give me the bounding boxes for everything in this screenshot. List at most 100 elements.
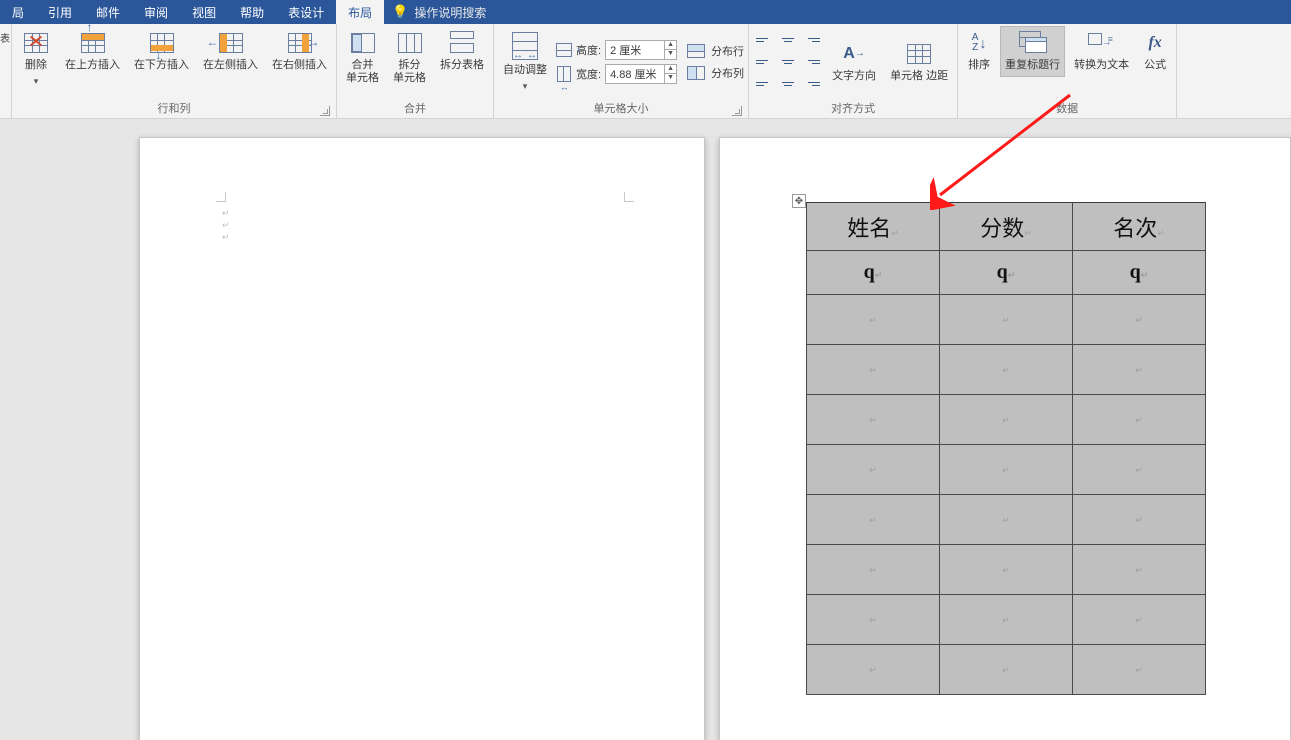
table-cell: q↵ — [1073, 251, 1206, 295]
distribute-cols-button[interactable]: 分布列 — [687, 65, 744, 81]
delete-icon — [22, 31, 50, 55]
align-mr[interactable] — [801, 52, 823, 72]
group-rows-cols: 删除 ↑ 在上方插入 ↓ 在下方插入 — [12, 24, 337, 118]
tab-review[interactable]: 审阅 — [132, 0, 180, 24]
insert-below-label: 在下方插入 — [134, 59, 189, 72]
repeat-header-icon — [1019, 31, 1047, 55]
height-down-icon[interactable]: ▼ — [664, 50, 676, 59]
cell-margins-button[interactable]: 单元格 边距 — [885, 37, 953, 88]
align-br[interactable] — [801, 74, 823, 94]
table-row: ↵↵↵↵ — [807, 545, 1206, 595]
align-ml[interactable] — [753, 52, 775, 72]
document-table[interactable]: 姓名↵↵ 分数↵ 名次↵ q↵↵ q↵ q↵ ↵↵↵↵↵↵↵↵↵↵↵↵↵↵↵↵↵… — [806, 202, 1206, 695]
align-bc[interactable] — [777, 74, 799, 94]
table-cell[interactable]: ↵ — [940, 345, 1073, 395]
table-header-cell: 名次↵ — [1073, 203, 1206, 251]
insert-left-button[interactable]: ← 在左侧插入 — [198, 26, 263, 77]
to-text-icon: → ≡ — [1088, 31, 1116, 55]
distribute-rows-button[interactable]: 分布行 — [687, 43, 744, 59]
tab-table-layout[interactable]: 布局 — [336, 0, 384, 24]
distribute-rows-label: 分布行 — [711, 43, 744, 59]
table-cell[interactable]: ↵↵ — [807, 645, 940, 695]
margin-mark-icon — [624, 192, 634, 202]
tab-view[interactable]: 视图 — [180, 0, 228, 24]
width-up-icon[interactable]: ▲ — [664, 65, 676, 74]
table-cell[interactable]: ↵ — [1073, 645, 1206, 695]
split-table-label: 拆分表格 — [440, 59, 484, 72]
to-text-button[interactable]: → ≡ 转换为文本 — [1069, 26, 1134, 77]
tab-references[interactable]: 引用 — [36, 0, 84, 24]
sort-label: 排序 — [968, 59, 990, 72]
auto-adjust-dropdown-icon — [523, 81, 528, 92]
table-row: ↵↵↵↵ — [807, 345, 1206, 395]
insert-above-button[interactable]: ↑ 在上方插入 — [60, 26, 125, 77]
table-cell[interactable]: ↵ — [940, 445, 1073, 495]
table-cell: q↵ — [940, 251, 1073, 295]
tab-help[interactable]: 帮助 — [228, 0, 276, 24]
text-direction-button[interactable]: A→ 文字方向 — [827, 37, 881, 88]
group-data-label: 数据 — [962, 98, 1172, 118]
height-value[interactable] — [606, 44, 664, 56]
table-cell[interactable]: ↵ — [1073, 445, 1206, 495]
align-tl[interactable] — [753, 30, 775, 50]
table-cell[interactable]: ↵ — [1073, 545, 1206, 595]
width-icon: ↕ — [557, 66, 571, 82]
table-cell[interactable]: ↵ — [1073, 595, 1206, 645]
table-cell[interactable]: ↵↵ — [807, 545, 940, 595]
auto-adjust-button[interactable]: ↔↔ 自动调整 — [498, 27, 552, 97]
table-cell[interactable]: ↵↵ — [807, 445, 940, 495]
sort-button[interactable]: AZ↓ 排序 — [962, 26, 996, 77]
table-cell[interactable]: ↵ — [940, 645, 1073, 695]
auto-adjust-icon: ↔↔ — [512, 32, 538, 60]
align-bl[interactable] — [753, 74, 775, 94]
table-cell[interactable]: ↵ — [1073, 345, 1206, 395]
document-canvas[interactable]: ↵ ↵ ↵ ✥ 姓名↵↵ 分数↵ 名次↵ q↵↵ q↵ q↵ ↵↵↵↵↵↵↵↵↵… — [0, 119, 1291, 740]
tab-layout-prev[interactable]: 局 — [0, 0, 36, 24]
table-cell: q↵↵ — [807, 251, 940, 295]
cell-size-launcher-icon[interactable] — [732, 106, 742, 116]
formula-label: 公式 — [1144, 59, 1166, 72]
table-cell[interactable]: ↵↵ — [807, 395, 940, 445]
table-cell[interactable]: ↵↵ — [807, 345, 940, 395]
width-down-icon[interactable]: ▼ — [664, 74, 676, 83]
table-cell[interactable]: ↵ — [1073, 495, 1206, 545]
table-cell[interactable]: ↵ — [940, 295, 1073, 345]
split-cells-button[interactable]: 拆分 单元格 — [388, 26, 431, 89]
rows-cols-launcher-icon[interactable] — [320, 106, 330, 116]
align-tr[interactable] — [801, 30, 823, 50]
table-cell[interactable]: ↵ — [940, 495, 1073, 545]
repeat-header-button[interactable]: 重复标题行 — [1000, 26, 1065, 77]
table-cell[interactable]: ↵ — [1073, 395, 1206, 445]
table-row: q↵↵ q↵ q↵ — [807, 251, 1206, 295]
tab-bar: 局 引用 邮件 审阅 视图 帮助 表设计 布局 💡 操作说明搜索 — [0, 0, 1291, 24]
ribbon: 表 删除 ↑ 在上方插入 — [0, 24, 1291, 119]
height-icon: ↕ — [556, 43, 572, 57]
height-up-icon[interactable]: ▲ — [664, 41, 676, 50]
delete-button[interactable]: 删除 — [16, 26, 56, 92]
tell-me-label: 操作说明搜索 — [414, 4, 486, 21]
align-tc[interactable] — [777, 30, 799, 50]
width-input[interactable]: ▲▼ — [605, 64, 677, 84]
split-table-button[interactable]: 拆分表格 — [435, 26, 489, 77]
table-cell[interactable]: ↵↵ — [807, 495, 940, 545]
delete-label: 删除 — [25, 59, 47, 72]
table-cell[interactable]: ↵ — [1073, 295, 1206, 345]
table-cell[interactable]: ↵↵ — [807, 295, 940, 345]
table-header-cell: 姓名↵↵ — [807, 203, 940, 251]
insert-below-button[interactable]: ↓ 在下方插入 — [129, 26, 194, 77]
insert-right-button[interactable]: → 在右侧插入 — [267, 26, 332, 77]
formula-button[interactable]: fx 公式 — [1138, 26, 1172, 77]
split-cells-icon — [396, 31, 424, 55]
tab-table-design[interactable]: 表设计 — [276, 0, 336, 24]
height-input[interactable]: ▲▼ — [605, 40, 677, 60]
table-cell[interactable]: ↵ — [940, 595, 1073, 645]
table-cell[interactable]: ↵ — [940, 545, 1073, 595]
align-mc[interactable] — [777, 52, 799, 72]
table-anchor-icon[interactable]: ✥ — [792, 194, 806, 208]
merge-cells-button[interactable]: 合并 单元格 — [341, 26, 384, 89]
tell-me-search[interactable]: 💡 操作说明搜索 — [384, 4, 494, 21]
table-cell[interactable]: ↵ — [940, 395, 1073, 445]
width-value[interactable] — [606, 68, 664, 80]
table-cell[interactable]: ↵↵ — [807, 595, 940, 645]
to-text-label: 转换为文本 — [1074, 59, 1129, 72]
